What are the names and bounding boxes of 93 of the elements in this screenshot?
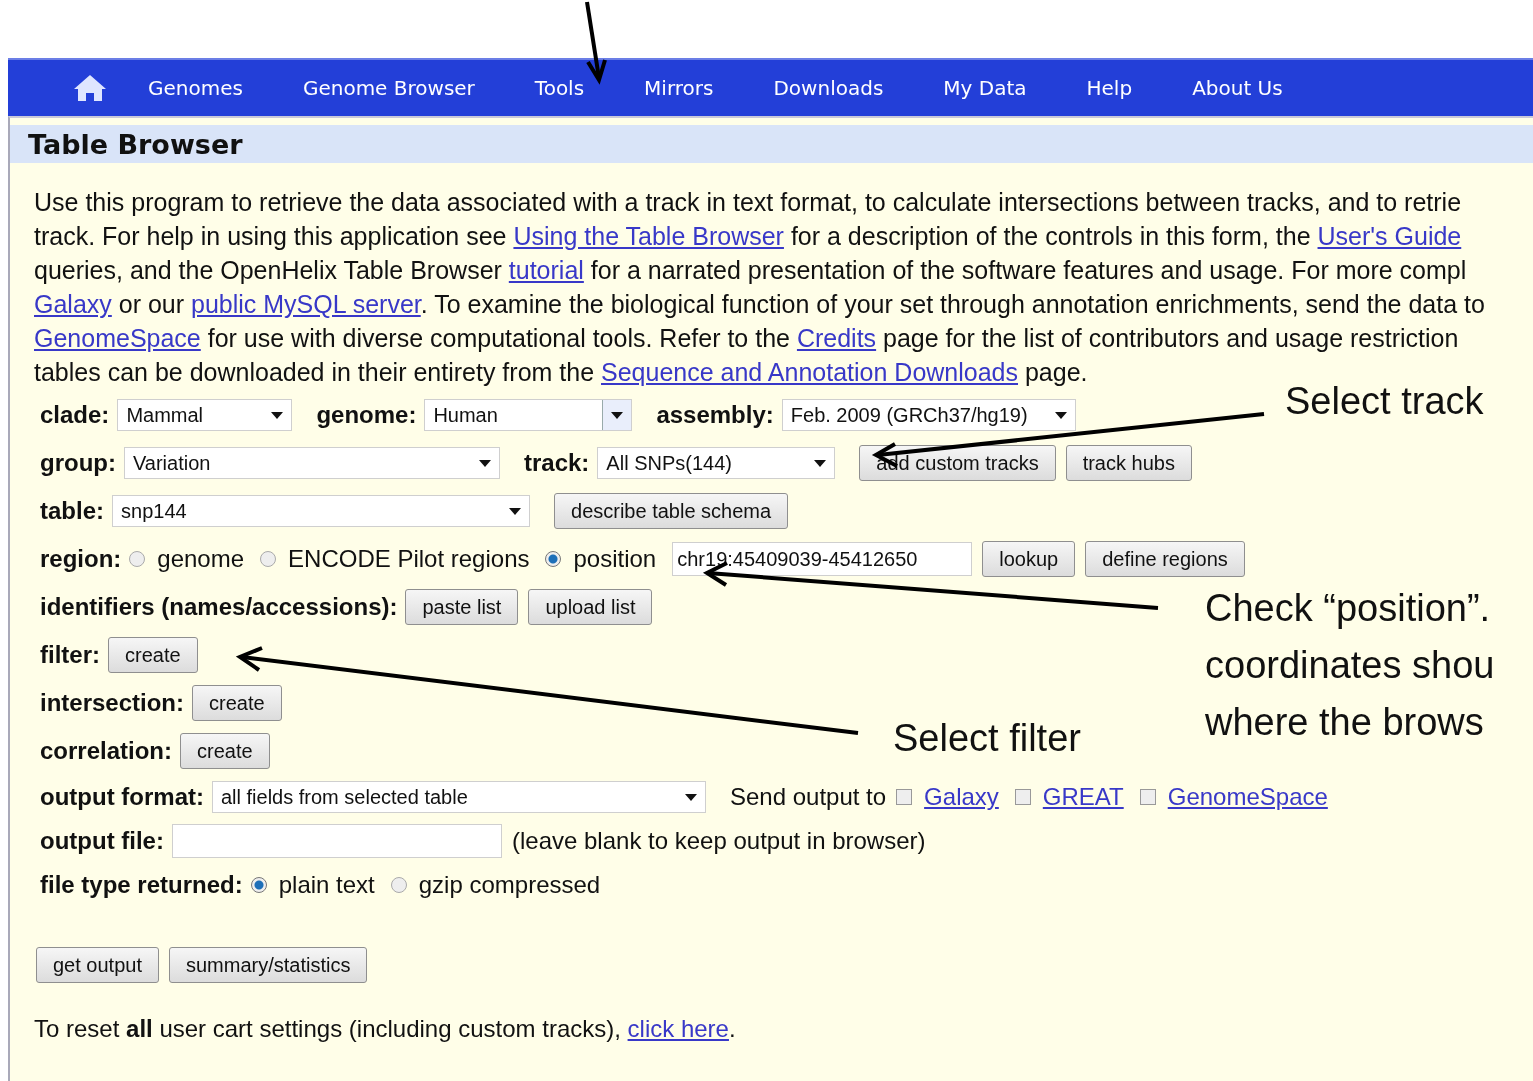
form-button[interactable]: create [192, 685, 282, 721]
input-field[interactable]: chr19:45409039-45412650 [672, 542, 973, 576]
text-link[interactable]: tutorial [508, 256, 584, 284]
hint-text: Send output to [729, 783, 887, 811]
form-button[interactable]: describe table schema [554, 493, 789, 529]
text-link[interactable]: Using the Table Browser [513, 222, 784, 250]
nav-link[interactable]: Tools [534, 76, 585, 100]
text-link[interactable]: Sequence and Annotation Downloads [601, 358, 1018, 386]
dropdown[interactable]: Variation [124, 447, 500, 479]
dropdown[interactable]: Mammal [117, 399, 293, 431]
form-button[interactable]: summary/statistics [168, 947, 368, 983]
dropdown[interactable]: all fields from selected table [211, 781, 706, 813]
text-link[interactable]: Galaxy [34, 290, 112, 318]
dropdown[interactable]: Human [424, 399, 633, 431]
intro-text: queries, and the OpenHelix Table Browser [34, 256, 503, 284]
text-link[interactable]: GenomeSpace [34, 324, 201, 352]
field-label: region: [40, 545, 122, 573]
caret-icon [602, 400, 632, 430]
caret-icon [684, 793, 697, 801]
caret-icon [509, 507, 521, 515]
field-label: clade: [40, 401, 110, 429]
checkbox[interactable] [1014, 789, 1031, 805]
intro-text: page for the list of contributors and usage restriction [882, 324, 1459, 352]
radio-button[interactable] [260, 551, 277, 567]
form-button[interactable]: upload list [528, 589, 653, 625]
nav-link[interactable]: Downloads [773, 76, 884, 100]
text-link[interactable]: GenomeSpace [1167, 783, 1328, 811]
intro-text: for a description of the controls in this form, the [789, 222, 1312, 250]
field-label: table: [40, 497, 104, 525]
intro-text: for a narrated presentation of the software features and usage. For more compl [589, 256, 1467, 284]
option-label: gzip compressed [418, 871, 601, 899]
option-label: position [573, 545, 657, 573]
intro-text: Use this program to retrieve the data associated with a track in text format, to calculate intersections between tracks, and to retrie [34, 188, 1462, 216]
intro-text: track. For help in using this application see [34, 222, 508, 250]
text-link[interactable]: Galaxy [924, 783, 999, 811]
form-button[interactable]: create [180, 733, 270, 769]
caret-icon [271, 411, 284, 419]
text-link[interactable]: Credits [796, 324, 877, 352]
radio-button[interactable] [390, 877, 407, 893]
text-link[interactable]: click here [627, 1015, 729, 1042]
radio-button[interactable] [129, 551, 146, 567]
nav-link[interactable]: Mirrors [644, 76, 714, 100]
period-text: . [728, 1015, 736, 1042]
text-link[interactable]: GREAT [1042, 783, 1124, 811]
field-label: track: [524, 449, 590, 477]
field-label: genome: [316, 401, 417, 429]
nav-link[interactable]: My Data [943, 76, 1027, 100]
nav-link[interactable]: Genome Browser [302, 76, 475, 100]
hint-text: (leave blank to keep output in browser) [511, 827, 926, 855]
nav-link[interactable]: About Us [1192, 76, 1283, 100]
checkbox[interactable] [1139, 789, 1156, 805]
caret-icon [1054, 411, 1067, 419]
text-link[interactable]: User's Guide [1317, 222, 1462, 250]
annotation-text: Select filter [893, 716, 1081, 761]
dropdown[interactable]: All SNPs(144) [597, 447, 836, 479]
field-label: identifiers (names/accessions): [40, 593, 398, 621]
option-label: plain text [278, 871, 375, 899]
intro-text: or our [117, 290, 186, 318]
field-label: output format: [40, 783, 204, 811]
field-label: intersection: [40, 689, 185, 717]
radio-button[interactable] [250, 877, 267, 893]
radio-button[interactable] [545, 551, 562, 567]
intro-text: for use with diverse computational tools. Refer to the [206, 324, 791, 352]
field-label: filter: [40, 641, 100, 669]
form-button[interactable]: track hubs [1065, 445, 1192, 481]
page-title: Table Browser [28, 128, 243, 160]
field-label: assembly: [656, 401, 774, 429]
text-link[interactable]: public MySQL server [191, 290, 421, 318]
input-field[interactable] [171, 824, 502, 858]
form-button[interactable]: get output [36, 947, 159, 983]
caret-icon [814, 459, 827, 467]
field-label: correlation: [40, 737, 173, 765]
form-button[interactable]: create [108, 637, 198, 673]
reset-text: To reset all user cart settings (including custom tracks), [34, 1015, 622, 1042]
field-label: file type returned: [40, 871, 243, 899]
dropdown[interactable]: snp144 [112, 495, 530, 527]
nav-link[interactable]: Help [1086, 76, 1133, 100]
form-button[interactable]: lookup [982, 541, 1076, 577]
home-icon[interactable] [72, 73, 108, 103]
field-label: group: [40, 449, 116, 477]
annotation-text: Select track [1285, 379, 1484, 424]
form-button[interactable]: paste list [405, 589, 519, 625]
intro-text: tables can be downloaded in their entirety from the [34, 358, 596, 386]
caret-icon [479, 459, 491, 467]
field-label: output file: [40, 827, 164, 855]
form-button[interactable]: define regions [1085, 541, 1245, 577]
checkbox[interactable] [896, 789, 913, 805]
nav-link[interactable]: Genomes [148, 76, 243, 100]
annotation-text: Check “position”. coordinates shou where the brows [1205, 586, 1495, 745]
intro-text: page. [1023, 358, 1088, 386]
option-label: ENCODE Pilot regions [288, 545, 530, 573]
dropdown[interactable]: Feb. 2009 (GRCh37/hg19) [781, 399, 1076, 431]
option-label: genome [157, 545, 245, 573]
